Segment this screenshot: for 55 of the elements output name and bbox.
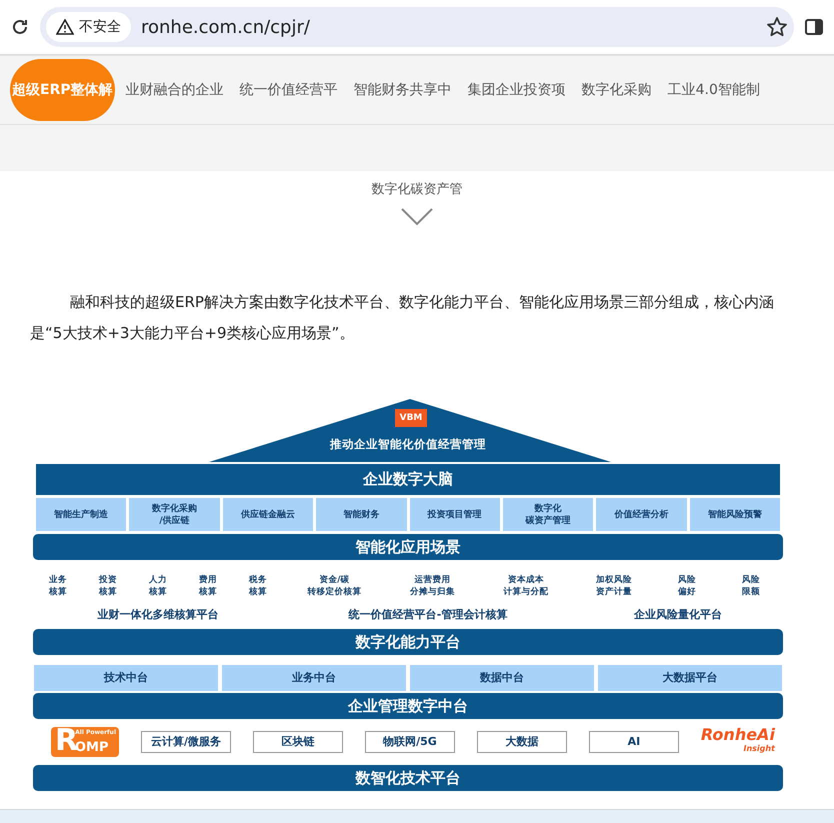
accounting-item: 资本成本 计算与分配 — [504, 574, 549, 598]
capability-bar: 数字化能力平台 — [33, 629, 783, 655]
platform-tile: 业务中台 — [222, 665, 406, 691]
security-chip[interactable]: 不安全 — [46, 12, 131, 42]
side-panel-icon[interactable] — [804, 17, 824, 37]
management-bar: 企业管理数字中台 — [33, 693, 783, 719]
roof-title: 推动企业智能化价值经营管理 — [328, 437, 487, 452]
platform-tile: 数据中台 — [410, 665, 594, 691]
intro-paragraph: 融和科技的超级ERP解决方案由数字化技术平台、数字化能力平台、智能化应用场景三部分组成，核心内涵是“5大技术+3大能力平台+9类核心应用场景”。 — [30, 292, 775, 344]
accounting-item: 税务 核算 — [249, 574, 267, 598]
star-icon[interactable] — [766, 16, 788, 38]
vbm-logo: VBM — [395, 409, 427, 427]
nav-tab[interactable]: 业财融合的企业 — [120, 59, 229, 121]
accounting-item: 资金/碳 转移定价核算 — [307, 574, 362, 598]
accounting-item: 费用 核算 — [199, 574, 217, 598]
platform-tile: 技术中台 — [34, 665, 218, 691]
technology-tile: AI — [588, 731, 679, 753]
technology-tile: 大数据 — [476, 731, 567, 753]
warning-icon — [56, 19, 74, 35]
platform-label: 统一价值经营平台-管理会计核算 — [347, 607, 508, 622]
technology-tile: 云计算/微服务 — [140, 731, 231, 753]
scenario-tile: 投资项目管理 — [410, 498, 500, 531]
technology-tile: 区块链 — [252, 731, 343, 753]
platform-label: 业财一体化多维核算平台 — [96, 607, 220, 622]
scenario-tile: 智能风险预警 — [690, 498, 780, 531]
reload-icon[interactable] — [10, 17, 30, 37]
scenario-tile: 供应链金融云 — [222, 498, 314, 531]
url-text: ronhe.com.cn/cpjr/ — [141, 16, 311, 38]
scenario-tile: 数字化 碳资产管理 — [502, 498, 594, 531]
scenario-tile: 数字化采购 /供应链 — [129, 498, 220, 531]
address-bar[interactable]: 不安全 ronhe.com.cn/cpjr/ — [40, 7, 794, 47]
accounting-item: 投资 核算 — [99, 574, 117, 598]
scenario-tile: 价值经营分析 — [596, 498, 687, 531]
accounting-item: 加权风险 资产计量 — [596, 574, 632, 598]
accounting-item: 风险 限额 — [742, 574, 760, 598]
nav-tab[interactable]: 智能财务共享中 — [348, 59, 457, 121]
nav-tab[interactable]: 数字化采购 — [576, 59, 657, 121]
technology-bar: 数智化技术平台 — [33, 765, 783, 791]
accounting-item: 人力 核算 — [149, 574, 167, 598]
chevron-down-icon[interactable] — [400, 207, 434, 227]
scenario-tile: 智能财务 — [316, 498, 406, 531]
ronhe-ai-logo: RonheAi Insight — [700, 728, 775, 755]
brain-bar: 企业数字大脑 — [36, 464, 780, 495]
nav-tab[interactable]: 工业4.0智能制 — [662, 59, 765, 121]
accounting-item: 业务 核算 — [49, 574, 67, 598]
scenario-tile: 智能生产制造 — [36, 498, 126, 531]
platform-tile: 大数据平台 — [598, 665, 782, 691]
nav-tab[interactable]: 集团企业投资项 — [462, 59, 571, 121]
technology-tile: 物联网/5G — [364, 731, 455, 753]
accounting-item: 运营费用 分摊与归集 — [410, 574, 455, 598]
scenario-bar: 智能化应用场景 — [33, 534, 783, 560]
accounting-item: 风险 偏好 — [678, 574, 696, 598]
nav-tab[interactable]: 数字化碳资产管 — [366, 179, 468, 199]
platform-label: 企业风险量化平台 — [633, 607, 723, 622]
nav-tab[interactable]: 统一价值经营平 — [234, 59, 343, 121]
